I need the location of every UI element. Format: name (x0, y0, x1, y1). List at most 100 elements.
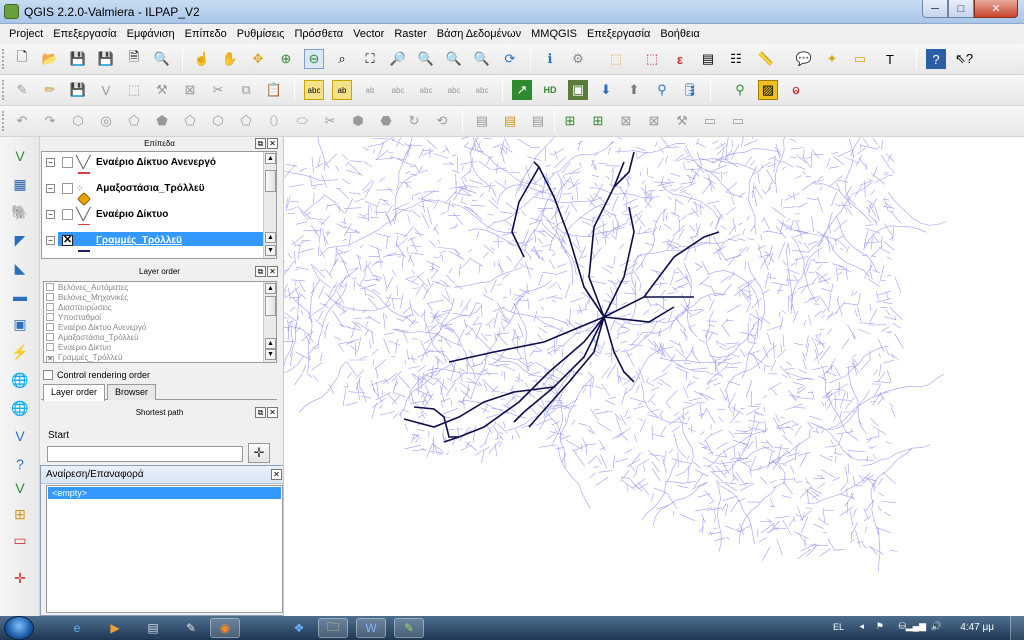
measure-icon[interactable]: 📏 (756, 49, 776, 69)
map-tips-icon[interactable]: 💬 (794, 49, 814, 69)
layer-visibility-checkbox[interactable]: ✕ (62, 235, 73, 246)
current-edits-icon[interactable]: ✎ (12, 80, 32, 100)
add-db2-layer-icon[interactable]: ▣ (9, 313, 31, 335)
order-checkbox[interactable] (46, 333, 54, 341)
order-checkbox[interactable] (46, 343, 54, 351)
add-oracle-icon[interactable]: ▭ (700, 111, 720, 131)
touch-zoom-icon[interactable]: ☝ (192, 49, 212, 69)
add-postgis-icon[interactable]: ⊠ (616, 111, 636, 131)
scroll-down-icon[interactable]: ▼ (265, 245, 276, 256)
flag-icon[interactable]: ⚑ (876, 621, 884, 632)
scroll-thumb[interactable] (265, 170, 276, 192)
statistics-icon[interactable]: ☷ (726, 49, 746, 69)
layer-name[interactable]: Εναέριο Δίκτυο Ανενεργό (96, 157, 216, 168)
database-icon[interactable]: 🛢 (680, 80, 700, 100)
collapse-icon[interactable]: − (46, 236, 55, 245)
change-label-icon[interactable]: abc (472, 80, 492, 100)
tab-browser[interactable]: Browser (107, 384, 157, 400)
fill-ring-icon[interactable]: ⬟ (152, 111, 172, 131)
composer-manager-icon[interactable]: 🔍 (152, 49, 172, 69)
close-panel-icon[interactable]: ✕ (267, 407, 278, 418)
save-project-icon[interactable]: 💾 (68, 49, 88, 69)
toolbar-grip[interactable] (2, 80, 5, 100)
print-composer-icon[interactable]: 🗎 (124, 49, 144, 69)
rotate-feature-icon[interactable]: ⟲ (432, 111, 452, 131)
network-icon[interactable]: ▂▄▆ (906, 621, 926, 632)
close-button[interactable]: ✕ (974, 0, 1018, 18)
close-panel-icon[interactable]: ✕ (267, 266, 278, 277)
toggle-editing-icon[interactable]: ✏ (40, 80, 60, 100)
start-button[interactable] (4, 616, 34, 640)
scroll-up-icon[interactable]: ▲ (265, 283, 276, 294)
hd-icon[interactable]: HD (540, 80, 560, 100)
close-icon[interactable]: ✕ (271, 469, 282, 480)
zoom-native-icon[interactable]: ⌕ (332, 49, 352, 69)
split-features-icon[interactable]: ⬭ (292, 111, 312, 131)
media-player-icon[interactable]: ▶ (100, 618, 130, 638)
layer-row[interactable]: − ⁘ Αμαξοστάσια_Τρόλλεϋ (42, 180, 264, 207)
mmqgis-icon[interactable]: ↗ (512, 80, 532, 100)
add-raster-icon[interactable]: ⊞ (588, 111, 608, 131)
redo-icon[interactable]: ↷ (40, 111, 60, 131)
add-wcs-layer-icon[interactable]: 🌐 (9, 369, 31, 391)
add-spatialite-icon[interactable]: ⊠ (644, 111, 664, 131)
show-pinned-icon[interactable]: abc (388, 80, 408, 100)
list-item[interactable]: Υποσταθμοί (46, 313, 101, 323)
merge-features-icon[interactable]: ⬢ (348, 111, 368, 131)
zoom-layer-icon[interactable]: 🔍 (416, 49, 436, 69)
qgis-icon[interactable]: ✎ (394, 618, 424, 638)
cut-features-icon[interactable]: ✂ (208, 80, 228, 100)
list-item[interactable]: <empty> (48, 487, 281, 499)
add-mssql-layer-icon[interactable]: ◣ (9, 257, 31, 279)
float-panel-icon[interactable]: ⧉ (255, 266, 266, 277)
menu-project[interactable]: Project (4, 24, 48, 44)
close-panel-icon[interactable]: ✕ (267, 138, 278, 149)
word-icon[interactable]: W (356, 618, 386, 638)
whats-this-icon[interactable]: ⇖? (954, 49, 974, 69)
pin-labels-icon[interactable]: ab (360, 80, 380, 100)
split-parts-icon[interactable]: ✂ (320, 111, 340, 131)
order-checkbox[interactable] (46, 313, 54, 321)
list-item[interactable]: Βελόνες_Μηχανικές (46, 293, 128, 303)
tab-layer-order[interactable]: Layer order (43, 384, 106, 401)
menu-vector[interactable]: Vector (348, 24, 389, 44)
pin-diagram-icon[interactable]: ▤ (472, 111, 492, 131)
clock[interactable]: 4:47 μμ (960, 622, 994, 633)
paint-icon[interactable]: ✎ (176, 618, 206, 638)
run-action-icon[interactable]: ⚙ (568, 49, 588, 69)
collapse-icon[interactable]: − (46, 210, 55, 219)
language-indicator[interactable]: EL (833, 622, 844, 632)
list-item[interactable]: Διασταυρώσεις (46, 303, 112, 313)
list-item[interactable]: Εναέριο Δίκτυο (46, 343, 111, 353)
label-tool-icon[interactable]: ▤ (500, 111, 520, 131)
order-checkbox[interactable] (46, 323, 54, 331)
save-edits-icon[interactable]: 💾 (68, 80, 88, 100)
menu-raster[interactable]: Raster (389, 24, 431, 44)
layer-tree-scrollbar[interactable]: ▲ ▲ ▼ (263, 152, 276, 258)
show-bookmarks-icon[interactable]: ▭ (850, 49, 870, 69)
layer-name[interactable]: Γραμμές_Τρόλλεϋ (96, 235, 182, 246)
simplify-icon[interactable]: ⬡ (68, 111, 88, 131)
add-vector-icon[interactable]: ⊞ (560, 111, 580, 131)
raster-image-icon[interactable]: ▣ (568, 80, 588, 100)
delete-ring-icon[interactable]: ⬠ (180, 111, 200, 131)
scroll-thumb[interactable] (265, 296, 276, 316)
new-bookmark-icon[interactable]: ✦ (822, 49, 842, 69)
order-checkbox[interactable]: ✕ (46, 356, 54, 362)
deselect-icon[interactable]: ⬚ (642, 49, 662, 69)
list-item[interactable]: Αμαξοστάσια_Τρόλλεϋ (46, 333, 138, 343)
minimize-button[interactable]: ─ (922, 0, 948, 18)
rotate-label-icon[interactable]: abc (444, 80, 464, 100)
menu-edit[interactable]: Επεξεργασία (48, 24, 121, 44)
add-wms-layer-icon[interactable]: ⚡ (9, 341, 31, 363)
menu-processing[interactable]: Επεξεργασία (582, 24, 655, 44)
new-shapefile-icon[interactable]: V (9, 477, 31, 499)
add-feature-icon[interactable]: V (96, 80, 116, 100)
menu-help[interactable]: Βοήθεια (655, 24, 704, 44)
list-item[interactable]: ✕ Γραμμές_Τρόλλεϋ (46, 353, 122, 362)
delete-part-icon[interactable]: ⬡ (208, 111, 228, 131)
list-item[interactable]: Εναέριο Δίκτυο Ανενεργό (46, 323, 146, 333)
float-panel-icon[interactable]: ⧉ (255, 138, 266, 149)
layer-row[interactable]: − ✕ Γραμμές_Τρόλλεϋ (42, 232, 264, 258)
upload-icon[interactable]: ⬆ (624, 80, 644, 100)
